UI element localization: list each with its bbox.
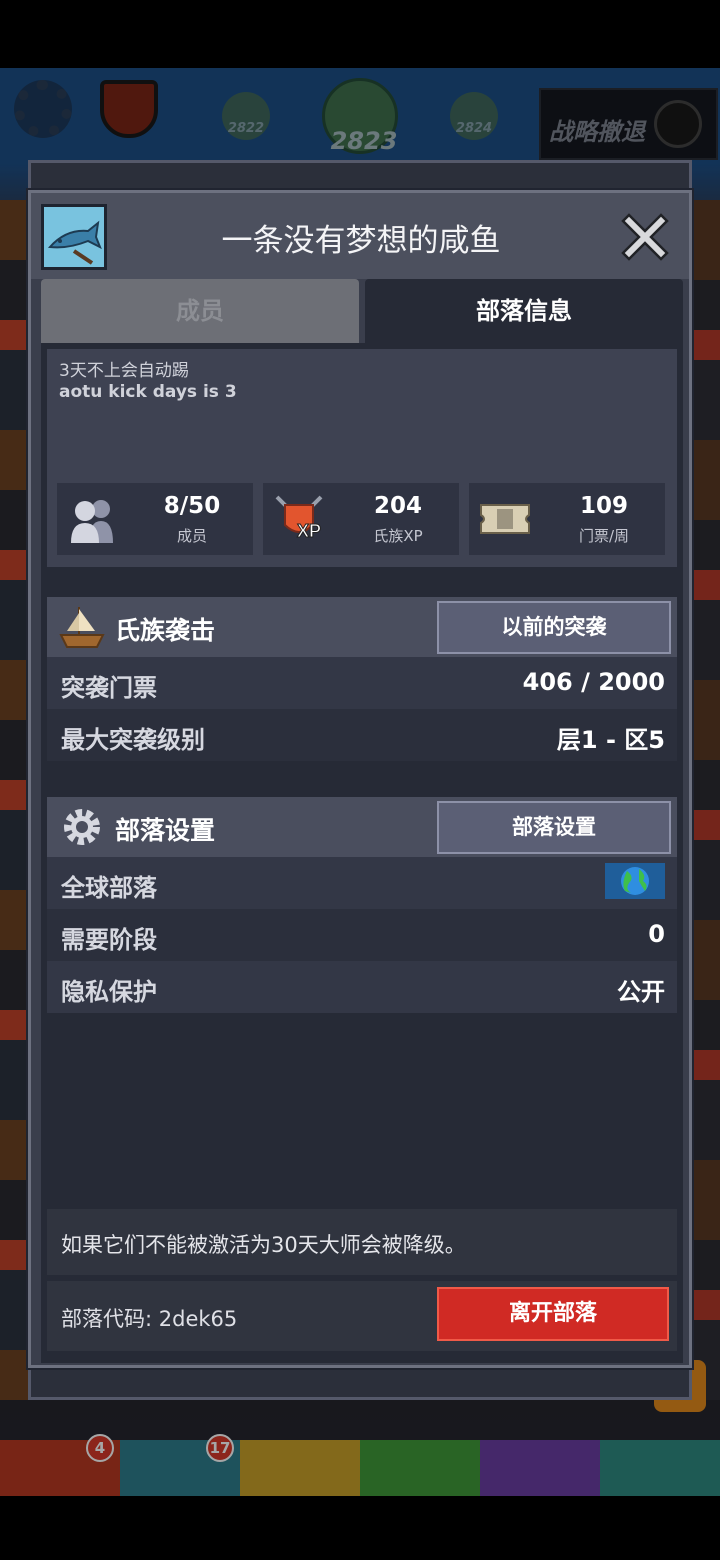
privacy-value: 公开 [617,978,665,1006]
privacy-row: 隐私保护 公开 [47,961,677,1013]
global-clan-label: 全球部落 [61,874,157,902]
stat-tickets-week: 109 门票/周 [469,483,665,555]
global-clan-row: 全球部落 [47,857,677,909]
description-line: aotu kick days is 3 [59,382,237,402]
dialog-tabs: 成员 部落信息 [41,279,683,343]
members-icon [71,500,113,543]
stat-members: 8/50 成员 [57,483,253,555]
description-line: 3天不上会自动踢 [59,361,189,381]
system-nav-area [0,1496,720,1560]
leave-clan-button[interactable]: 离开部落 [437,1287,669,1341]
raid-tickets-label: 突袭门票 [61,674,157,702]
clan-raid-section-header: 氏族袭击 以前的突袭 [47,597,677,657]
max-raid-level-label: 最大突袭级别 [61,726,205,754]
clan-description-box: 3天不上会自动踢 aotu kick days is 3 8/50 成员 XP [47,349,677,567]
clan-raid-title: 氏族袭击 [115,616,216,645]
previous-raids-button[interactable]: 以前的突袭 [437,601,671,654]
clan-name-title: 一条没有梦想的咸鱼 [221,223,501,259]
gear-icon [64,809,100,845]
raid-tickets-row: 突袭门票 406 / 2000 [47,657,677,709]
members-label: 成员 [176,527,207,545]
clan-settings-title: 部落设置 [115,816,216,845]
max-raid-level-row: 最大突袭级别 层1 - 区5 [47,709,677,761]
clan-settings-section-header: 部落设置 部落设置 [47,797,677,857]
status-bar [0,0,720,68]
required-stage-label: 需要阶段 [61,926,157,954]
clan-description: 3天不上会自动踢 aotu kick days is 3 [59,361,237,403]
tab-members[interactable]: 成员 [41,279,359,343]
svg-text:XP: XP [297,521,321,541]
privacy-label: 隐私保护 [61,978,157,1006]
ship-icon [59,607,105,648]
max-raid-level-value: 层1 - 区5 [556,726,665,754]
demotion-notice: 如果它们不能被激活为30天大师会被降级。 [47,1209,677,1275]
close-icon [621,213,669,261]
clan-xp-label: 氏族XP [373,527,423,545]
members-count: 8/50 [163,493,221,519]
notice-text: 如果它们不能被激活为30天大师会被降级。 [61,1233,466,1257]
clan-info-panel: 3天不上会自动踢 aotu kick days is 3 8/50 成员 XP [41,343,683,1363]
required-stage-value: 0 [648,920,665,948]
dialog-header: 一条没有梦想的咸鱼 [31,193,689,279]
tickets-week-label: 门票/周 [578,527,630,545]
dialog-footer: 部落代码: 2dek65 离开部落 [47,1281,677,1351]
raid-tickets-value: 406 / 2000 [522,668,665,696]
ticket-icon [480,504,530,534]
tab-clan-info[interactable]: 部落信息 [365,279,683,343]
clan-settings-button[interactable]: 部落设置 [437,801,671,854]
globe-icon [605,863,665,899]
clan-xp-icon: XP [275,495,323,542]
clan-xp-value: 204 [373,493,422,519]
required-stage-row: 需要阶段 0 [47,909,677,961]
tickets-week-value: 109 [579,493,628,519]
clan-dialog: 一条没有梦想的咸鱼 成员 部落信息 3天不上会自动踢 aotu kick day… [28,190,692,1368]
close-button[interactable] [621,213,669,261]
stat-clan-xp: XP 204 氏族XP [263,483,459,555]
clan-code: 部落代码: 2dek65 [61,1307,238,1331]
clan-fish-icon [41,204,107,270]
